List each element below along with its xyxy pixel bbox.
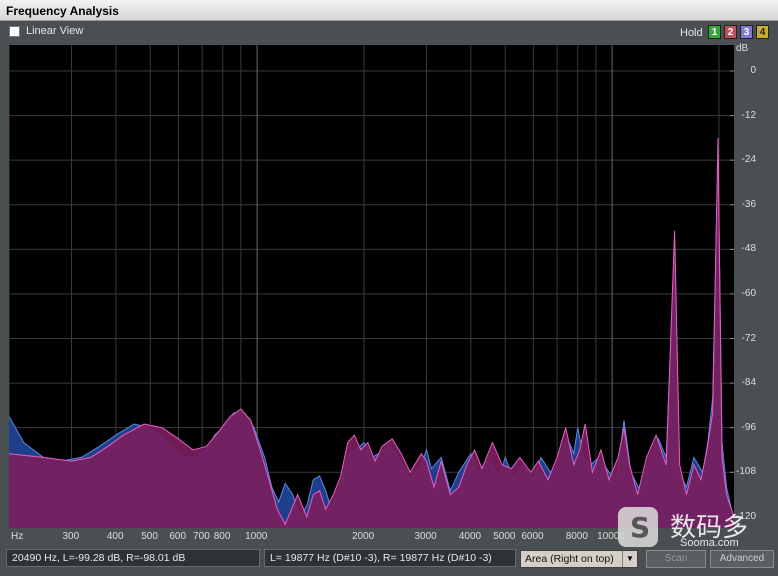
- spectrum-svg[interactable]: [9, 45, 734, 528]
- freq-tick-label: 800: [213, 531, 231, 542]
- db-tick-label: 0: [750, 65, 756, 76]
- freq-tick-label: 3000: [414, 531, 437, 542]
- db-tick-label: -84: [741, 377, 756, 389]
- freq-tick-label: 5000: [493, 531, 516, 542]
- window-title: Frequency Analysis: [6, 4, 119, 18]
- freq-tick-label: 2000: [351, 531, 375, 542]
- db-tick-label: -48: [741, 243, 756, 255]
- freq-tick-label: 1000: [245, 531, 268, 542]
- hold-button-1[interactable]: 1: [708, 25, 721, 39]
- hold-label: Hold: [680, 27, 703, 39]
- spectrum-plot[interactable]: [9, 45, 734, 528]
- hold-button-4[interactable]: 4: [756, 25, 769, 39]
- db-tick-label: -12: [741, 109, 756, 121]
- db-tick-label: -72: [741, 332, 756, 344]
- db-tick-label: -96: [741, 421, 756, 433]
- peak-readout: L= 19877 Hz (D#10 -3), R= 19877 Hz (D#10…: [264, 549, 516, 567]
- freq-tick-label: 10000: [597, 531, 625, 542]
- db-tick-label: -24: [741, 154, 756, 166]
- cursor-readout: 20490 Hz, L=-99.28 dB, R=-98.01 dB: [6, 549, 260, 567]
- title-bar: Frequency Analysis: [0, 0, 778, 21]
- db-tick-label: -108: [736, 466, 757, 478]
- freq-tick-label: 700: [193, 531, 210, 542]
- linear-view-checkbox[interactable]: [9, 26, 20, 37]
- scan-button[interactable]: Scan: [646, 550, 706, 568]
- linear-view-label[interactable]: Linear View: [26, 25, 83, 37]
- spectrum-series: [9, 137, 734, 528]
- freq-tick-label: 8000: [565, 531, 588, 542]
- hold-button-3[interactable]: 3: [740, 25, 753, 39]
- frequency-axis: Hz 300 400 500 600 700 800 1000 2000 3000 4000 5000…: [9, 528, 734, 546]
- hz-unit-label: Hz: [11, 531, 24, 542]
- chevron-down-icon[interactable]: ▼: [622, 551, 637, 567]
- right-channel-area: [9, 137, 734, 528]
- view-mode-value: Area (Right on top): [525, 553, 614, 565]
- advanced-button[interactable]: Advanced: [710, 550, 774, 568]
- freq-tick-label: 4000: [458, 531, 482, 542]
- hold-button-2[interactable]: 2: [724, 25, 737, 39]
- freq-tick-label: 300: [62, 531, 80, 542]
- freq-tick-label: 6000: [521, 531, 544, 542]
- db-tick-label: -120: [736, 510, 757, 522]
- freq-tick-label: 500: [141, 531, 158, 542]
- db-tick-label: -60: [741, 287, 756, 299]
- freq-tick-label: 400: [106, 531, 124, 542]
- view-mode-select[interactable]: Area (Right on top) ▼: [520, 550, 638, 568]
- db-scale: 0 -12 -24 -36 -48 -60 -72 -84 -96 -108 -120: [734, 45, 778, 528]
- freq-tick-label: 600: [169, 531, 187, 542]
- toolbar: [0, 21, 778, 43]
- db-tick-label: -36: [741, 198, 756, 210]
